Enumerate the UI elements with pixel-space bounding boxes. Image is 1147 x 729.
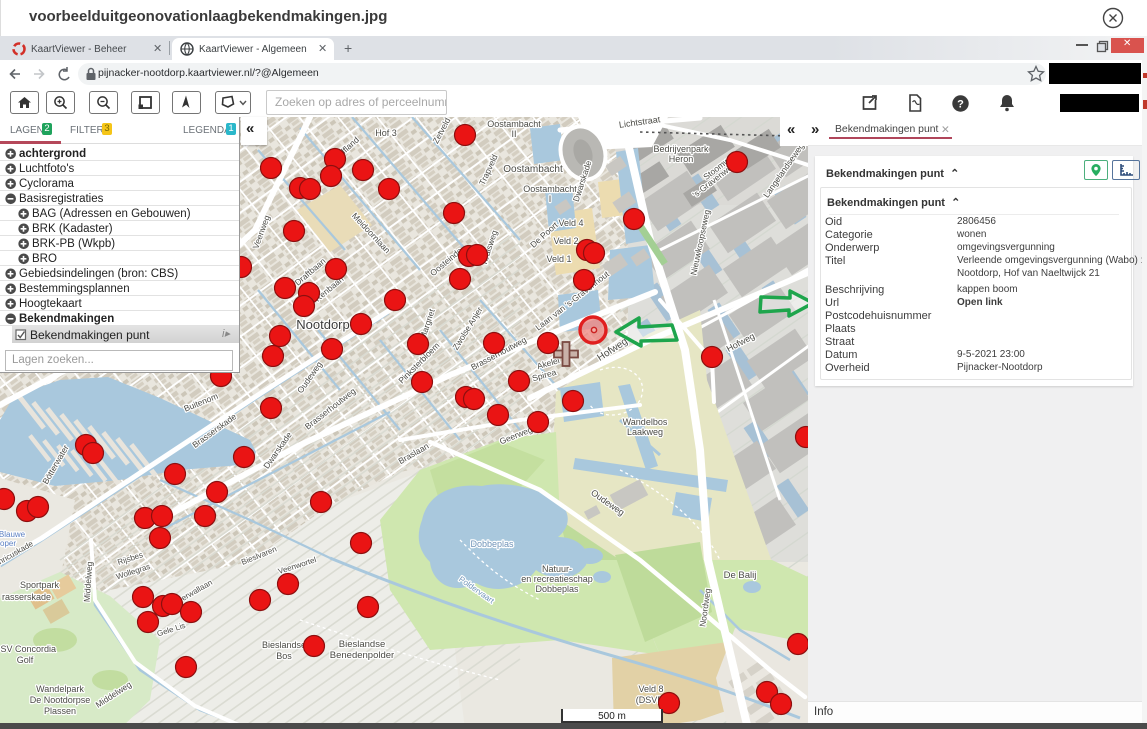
svg-text:Veld 1: Veld 1 [546, 254, 571, 264]
svg-text:Natuur-: Natuur- [542, 564, 572, 574]
svg-text:?: ? [957, 99, 964, 111]
svg-text:Oostambacht: Oostambacht [523, 184, 577, 194]
svg-text:Dobbeplas: Dobbeplas [470, 539, 514, 549]
svg-text:Veld 4: Veld 4 [558, 218, 583, 228]
svg-text:Dobbeplas: Dobbeplas [535, 584, 579, 594]
svg-text:Wandelpark: Wandelpark [36, 684, 84, 694]
svg-text:Heron: Heron [669, 154, 694, 164]
svg-text:Wandelbos: Wandelbos [623, 417, 668, 427]
svg-text:Veld 8: Veld 8 [638, 684, 663, 694]
svg-text:Bieslandse: Bieslandse [339, 639, 385, 650]
svg-text:rasserskade: rasserskade [2, 592, 51, 602]
svg-text:Plassen: Plassen [44, 706, 76, 716]
svg-text:Blauwe: Blauwe [0, 530, 26, 539]
svg-text:I: I [549, 194, 552, 204]
svg-text:oper: oper [0, 539, 16, 548]
svg-text:Sportpark: Sportpark [20, 580, 60, 590]
svg-text:De Balij: De Balij [724, 570, 757, 581]
svg-text:II: II [511, 129, 516, 139]
svg-text:Benedenpolder: Benedenpolder [330, 650, 394, 661]
svg-text:Bos: Bos [276, 651, 292, 661]
svg-text:De Nootdorpse: De Nootdorpse [30, 695, 91, 705]
svg-text:Golf: Golf [17, 655, 34, 665]
svg-text:Oostambacht: Oostambacht [503, 164, 563, 175]
svg-text:Hof 3: Hof 3 [375, 128, 397, 138]
svg-text:Nootdorp: Nootdorp [296, 317, 349, 332]
svg-text:Oostambacht: Oostambacht [487, 119, 541, 129]
svg-text:en recreatieschap: en recreatieschap [521, 574, 593, 584]
svg-text:Bedrijvenpark: Bedrijvenpark [653, 144, 709, 154]
svg-text:Veld 2: Veld 2 [553, 236, 578, 246]
svg-text:500 m: 500 m [598, 711, 626, 722]
svg-text:Bieslandse: Bieslandse [262, 640, 306, 650]
svg-text:DSV Concordia: DSV Concordia [0, 644, 56, 654]
svg-text:Laakweg: Laakweg [627, 427, 663, 437]
